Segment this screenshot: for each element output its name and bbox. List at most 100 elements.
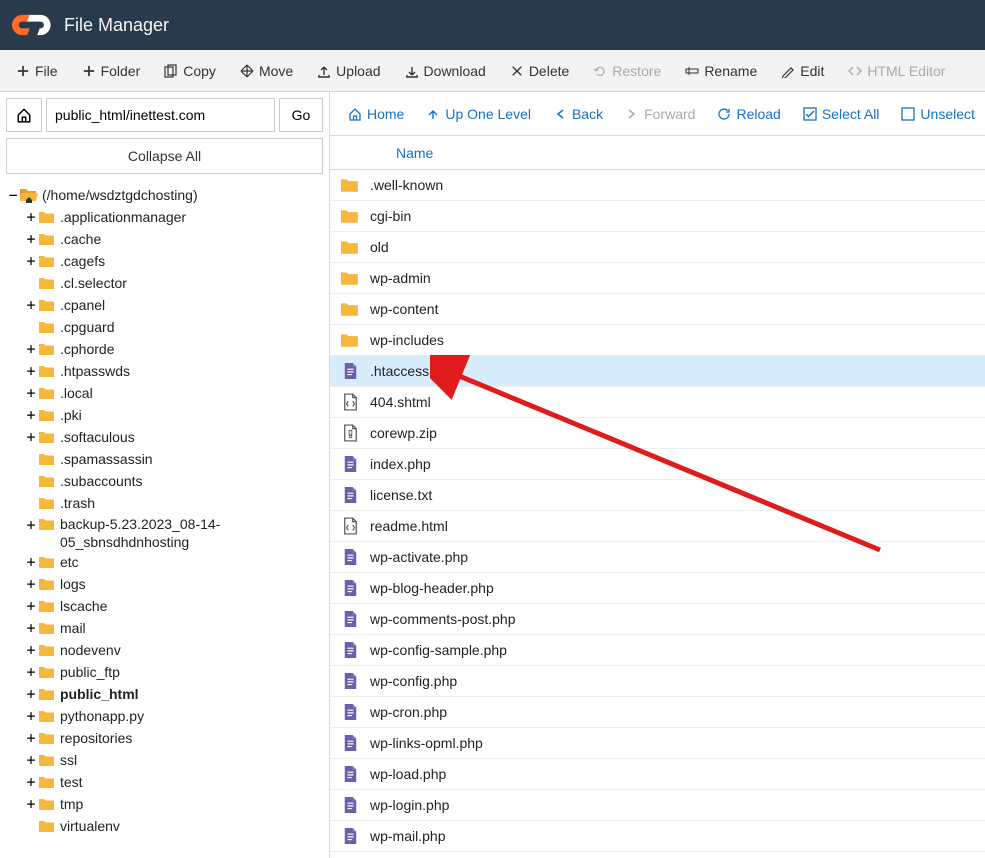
folder-icon [38,708,56,724]
tree-item[interactable]: +etc [24,551,323,573]
tree-item[interactable]: +lscache [24,595,323,617]
file-row[interactable]: 404.shtml [330,387,985,418]
tree-item[interactable]: +mail [24,617,323,639]
tree-root[interactable]: − (/home/wsdztgdchosting) [6,184,323,206]
file-row[interactable]: corewp.zip [330,418,985,449]
tree-item[interactable]: .subaccounts [24,470,323,492]
file-row[interactable]: wp-login.php [330,790,985,821]
tree-item[interactable]: +.cpanel [24,294,323,316]
unselect-action[interactable]: Unselect [891,100,984,128]
tree-toggle[interactable]: + [24,296,38,314]
rename-button[interactable]: Rename [675,57,767,85]
tree-item[interactable]: +.pki [24,404,323,426]
tree-toggle[interactable]: + [24,208,38,226]
tree-item[interactable]: +.cagefs [24,250,323,272]
file-row[interactable]: wp-load.php [330,759,985,790]
tree-toggle[interactable]: + [24,553,38,571]
tree-item[interactable]: +.softaculous [24,426,323,448]
tree-toggle[interactable]: + [24,384,38,402]
tree-toggle[interactable]: + [24,597,38,615]
tree-toggle[interactable]: + [24,516,38,534]
collapse-all-button[interactable]: Collapse All [6,138,323,174]
tree-item[interactable]: +repositories [24,727,323,749]
delete-button[interactable]: Delete [500,57,579,85]
tree-toggle[interactable]: + [24,575,38,593]
tree-item[interactable]: +pythonapp.py [24,705,323,727]
tree-toggle[interactable]: + [24,707,38,725]
file-row[interactable]: wp-includes [330,325,985,356]
file-row[interactable]: wp-activate.php [330,542,985,573]
go-button[interactable]: Go [279,98,323,132]
forward-action[interactable]: Forward [615,100,705,128]
tree-item[interactable]: +backup-5.23.2023_08-14-05_sbnsdhdnhosti… [24,514,323,551]
tree-item[interactable]: .trash [24,492,323,514]
tree-item[interactable]: +.local [24,382,323,404]
tree-item[interactable]: +.cphorde [24,338,323,360]
file-row[interactable]: old [330,232,985,263]
tree-item[interactable]: +.htpasswds [24,360,323,382]
tree-toggle[interactable]: + [24,795,38,813]
file-row[interactable]: readme.html [330,511,985,542]
tree-item[interactable]: +public_html [24,683,323,705]
upload-button[interactable]: Upload [307,57,390,85]
file-row[interactable]: .htaccess [330,356,985,387]
select-all-action[interactable]: Select All [793,100,890,128]
tree-item[interactable]: virtualenv [24,815,323,837]
move-button[interactable]: Move [230,57,303,85]
tree-toggle[interactable]: + [24,729,38,747]
copy-button[interactable]: Copy [154,57,226,85]
file-row[interactable]: wp-mail.php [330,821,985,852]
restore-button[interactable]: Restore [583,57,671,85]
tree-toggle[interactable]: + [24,685,38,703]
tree-item[interactable]: +.cache [24,228,323,250]
file-row[interactable]: wp-admin [330,263,985,294]
file-row[interactable]: wp-config.php [330,666,985,697]
file-row[interactable]: index.php [330,449,985,480]
file-row[interactable]: .well-known [330,170,985,201]
file-name: wp-admin [370,270,431,286]
file-row[interactable]: wp-config-sample.php [330,635,985,666]
tree-item[interactable]: .cl.selector [24,272,323,294]
tree-item[interactable]: .cpguard [24,316,323,338]
tree-item[interactable]: +tmp [24,793,323,815]
tree-toggle[interactable]: + [24,751,38,769]
tree-toggle[interactable]: + [24,362,38,380]
tree-toggle[interactable]: + [24,252,38,270]
tree-item[interactable]: .spamassassin [24,448,323,470]
tree-item[interactable]: +nodevenv [24,639,323,661]
file-row[interactable]: wp-comments-post.php [330,604,985,635]
reload-action[interactable]: Reload [707,100,790,128]
edit-button[interactable]: Edit [771,57,834,85]
tree-toggle[interactable]: + [24,773,38,791]
file-row[interactable]: license.txt [330,480,985,511]
home-action[interactable]: Home [338,100,414,128]
back-action[interactable]: Back [543,100,613,128]
tree-toggle[interactable]: + [24,428,38,446]
new-file-button[interactable]: File [6,57,68,85]
tree-item[interactable]: +logs [24,573,323,595]
tree-item[interactable]: +ssl [24,749,323,771]
tree-toggle[interactable]: + [24,230,38,248]
file-row[interactable]: wp-cron.php [330,697,985,728]
tree-toggle[interactable]: − [6,186,20,204]
tree-toggle[interactable]: + [24,340,38,358]
file-row[interactable]: wp-links-opml.php [330,728,985,759]
path-input[interactable] [46,98,275,132]
column-header-name[interactable]: Name [330,136,985,170]
tree-item[interactable]: +test [24,771,323,793]
html-editor-button[interactable]: HTML Editor [838,57,955,85]
new-folder-button[interactable]: Folder [72,57,151,85]
tree-toggle[interactable]: + [24,641,38,659]
path-home-button[interactable] [6,98,42,132]
up-level-action[interactable]: Up One Level [416,100,541,128]
tree-item[interactable]: +public_ftp [24,661,323,683]
tree-toggle[interactable]: + [24,663,38,681]
file-row[interactable]: wp-content [330,294,985,325]
file-name: .htaccess [370,363,429,379]
tree-item[interactable]: +.applicationmanager [24,206,323,228]
file-row[interactable]: cgi-bin [330,201,985,232]
tree-toggle[interactable]: + [24,619,38,637]
file-row[interactable]: wp-blog-header.php [330,573,985,604]
download-button[interactable]: Download [395,57,496,85]
tree-toggle[interactable]: + [24,406,38,424]
